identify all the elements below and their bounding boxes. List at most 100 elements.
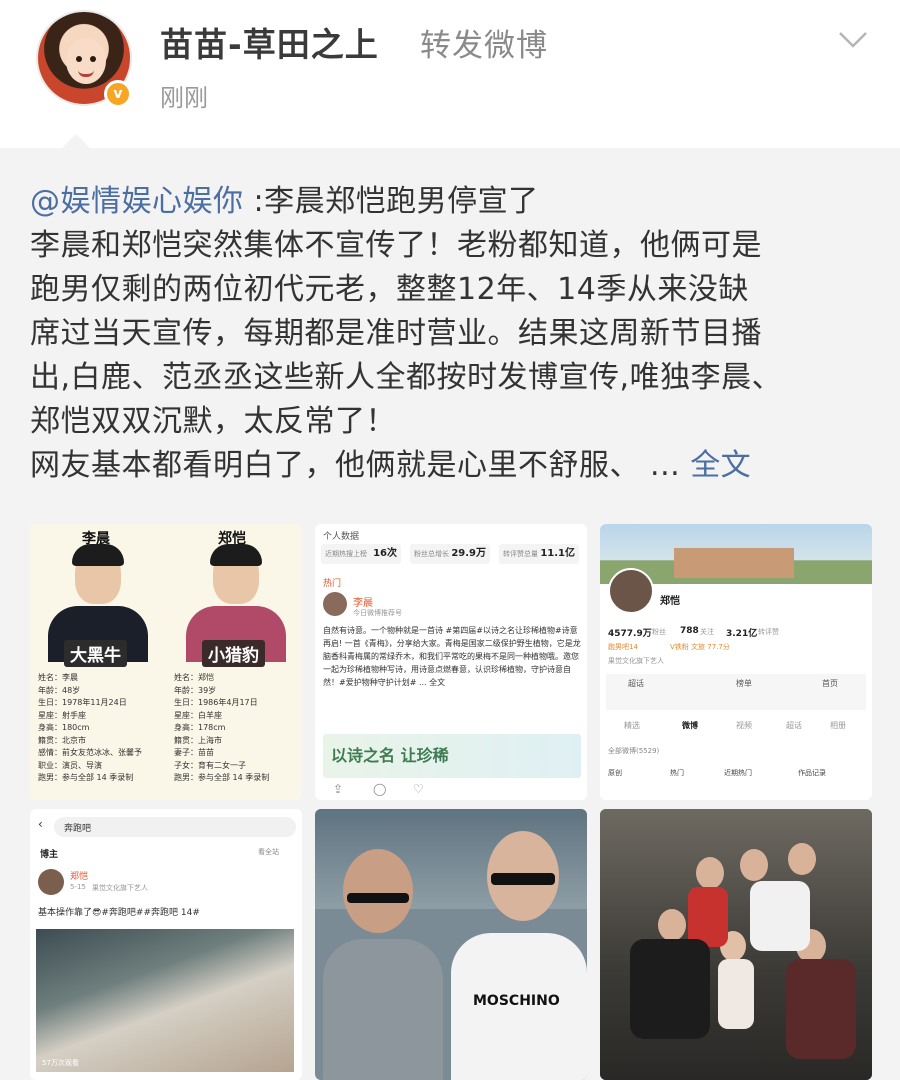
- info-row: 年龄：39岁: [174, 685, 217, 695]
- text-line: 李晨和郑恺突然集体不宣传了！老粉都知道，他俩可是: [30, 228, 762, 263]
- quick-link[interactable]: 超话: [628, 678, 644, 689]
- image-thumbnail-3[interactable]: 郑恺 4577.9万 粉丝 788 关注 3.21亿 转评赞 跑男吧14 V铁粉…: [600, 524, 872, 800]
- quick-link[interactable]: 榜单: [736, 678, 752, 689]
- sunglasses: [347, 893, 409, 903]
- quick-link[interactable]: 首页: [822, 678, 838, 689]
- profile-tab[interactable]: 超话: [786, 720, 802, 731]
- profile-tab[interactable]: 微博: [682, 720, 698, 731]
- nickname-left: 大黑牛: [64, 640, 127, 667]
- all-posts-label: 全部微博(5529): [608, 747, 660, 755]
- profile-tabs: 精选 微博 视频 超话 相册: [600, 720, 872, 736]
- image-thumbnail-2[interactable]: 个人数据 近期热搜上榜 16次 粉丝总增长 29.9万 转评赞总量 11.1亿 热门 …: [315, 524, 587, 800]
- profile-tab[interactable]: 相册: [830, 720, 846, 731]
- filter-chip[interactable]: 原创: [608, 768, 622, 778]
- profile-name: 郑恺: [660, 596, 680, 607]
- full-text-link[interactable]: 全文: [690, 448, 751, 483]
- avatar-eye: [76, 56, 82, 62]
- image-thumbnail-1[interactable]: 李晨 郑恺 大黑牛 小猎豹 姓名：李晨 年龄：48岁 生日：1978年11月24…: [30, 524, 302, 800]
- followers-label: 粉丝: [652, 628, 666, 636]
- avatar-eye: [90, 56, 96, 62]
- info-list-right: 姓名：郑恺 年龄：39岁 生日：1986年4月17日 星座：白羊座 身高：178…: [174, 672, 302, 785]
- person-body: [750, 881, 810, 951]
- stat-box: 近期热搜上榜 16次: [321, 544, 401, 564]
- info-list-left: 姓名：李晨 年龄：48岁 生日：1978年11月24日 星座：射手座 身高：18…: [38, 672, 166, 785]
- profile-tag: 跑男吧14: [608, 643, 638, 651]
- headline: :李晨郑恺跑男停宣了: [243, 184, 539, 219]
- post-header: v 苗苗-草田之上 转发微博 刚刚: [0, 0, 900, 148]
- likes-count: 3.21亿: [726, 629, 758, 639]
- info-row: 跑男：参与全部 14 季录制: [174, 773, 270, 782]
- search-input[interactable]: 奔跑吧: [54, 817, 296, 837]
- tab-blogger[interactable]: 博主: [40, 847, 58, 860]
- portrait-hair: [210, 544, 262, 566]
- like-icon: ♡: [413, 782, 424, 796]
- username[interactable]: 苗苗-草田之上: [160, 18, 379, 66]
- mention-link[interactable]: @娱情娱心娱你: [30, 184, 244, 219]
- shirt-text: MOSCHINO: [473, 993, 560, 1009]
- person-head: [658, 909, 686, 941]
- filter-chip[interactable]: 作品记录: [798, 768, 826, 778]
- info-row: 生日：1978年11月24日: [38, 698, 127, 707]
- image-thumbnail-5[interactable]: MOSCHINO: [315, 809, 587, 1080]
- profile-avatar: [608, 568, 654, 614]
- person-body: [630, 939, 710, 1039]
- person-body: MOSCHINO: [451, 933, 587, 1080]
- person-body: [688, 887, 728, 947]
- portrait-hair: [72, 544, 124, 566]
- stat-box: 粉丝总增长 29.9万: [410, 544, 490, 564]
- person-head: [343, 849, 413, 933]
- poster-avatar: [323, 592, 347, 616]
- profile-tab[interactable]: 精选: [624, 720, 640, 731]
- verified-badge-icon: v: [104, 80, 132, 108]
- repost-body: @娱情娱心娱你 :李晨郑恺跑男停宣了 李晨和郑恺突然集体不宣传了！老粉都知道，他…: [0, 148, 900, 1080]
- person-head: [696, 857, 724, 889]
- text-line: 出,白鹿、范丞丞这些新人全都按时发博宣传,唯独李晨、: [30, 360, 783, 395]
- stat-label: 近期热搜上榜: [325, 550, 367, 558]
- promo-banner: 以诗之名 让珍稀: [323, 734, 581, 778]
- info-row: 籍贯：北京市: [38, 735, 86, 745]
- comment-icon: ◯: [373, 782, 387, 796]
- back-icon[interactable]: ‹: [38, 817, 43, 831]
- info-row: 年龄：48岁: [38, 685, 81, 695]
- profile-company: 果觉文化旗下艺人: [608, 657, 664, 665]
- stat-label: 转评赞总量: [503, 550, 538, 558]
- post-time: 刚刚: [160, 84, 208, 112]
- person-head: [788, 843, 816, 875]
- profile-tab[interactable]: 视频: [736, 720, 752, 731]
- post-text: 自然有诗意。一个物种就是一首诗 #第四届#以诗之名让珍稀植物#诗意再启! 一首《…: [323, 626, 581, 687]
- filter-chip[interactable]: 近期热门: [724, 768, 752, 778]
- info-row: 身高：178cm: [174, 723, 226, 732]
- nickname-right: 小猎豹: [202, 640, 265, 667]
- info-row: 跑男：参与全部 14 季录制: [38, 773, 134, 782]
- text-line: 郑恺双双沉默，太反常了！: [30, 404, 396, 439]
- tab-site[interactable]: 看全站: [258, 847, 279, 857]
- post-text: 基本操作靠了😎#奔跑吧##奔跑吧 14#: [38, 908, 200, 918]
- image-thumbnail-4[interactable]: ‹ 奔跑吧 博主 看全站 郑恺 5-15 果觉文化旗下艺人 基本操作靠了😎#奔跑…: [30, 809, 302, 1080]
- following-label: 关注: [700, 628, 714, 636]
- poster-subtitle: 今日微博推荐号: [353, 609, 402, 617]
- person-body: [786, 959, 856, 1059]
- info-row: 身高：180cm: [38, 723, 90, 732]
- repost-action-label: 转发微博: [420, 28, 548, 64]
- chevron-down-icon[interactable]: [838, 30, 868, 50]
- poster-avatar: [38, 869, 64, 895]
- followers-count: 4577.9万: [608, 629, 652, 639]
- info-row: 职业：演员、导演: [38, 760, 102, 770]
- quick-links: 超话 榜单 首页: [606, 674, 866, 710]
- repost-text: @娱情娱心娱你 :李晨郑恺跑男停宣了 李晨和郑恺突然集体不宣传了！老粉都知道，他…: [30, 180, 875, 488]
- stat-box: 转评赞总量 11.1亿: [499, 544, 579, 564]
- info-row: 妻子：苗苗: [174, 748, 214, 757]
- info-row: 星座：射手座: [38, 710, 86, 720]
- filter-chip[interactable]: 热门: [670, 768, 684, 778]
- text-line: 席过当天宣传，每期都是准时营业。结果这周新节目播: [30, 316, 762, 351]
- text-line: 跑男仅剩的两位初代元老，整整12年、14季从来没缺: [30, 272, 749, 307]
- person-head: [740, 849, 768, 881]
- search-query: 奔跑吧: [64, 824, 92, 834]
- stats-section-label: 个人数据: [323, 532, 360, 542]
- person-body: [323, 939, 443, 1080]
- sunglasses: [491, 873, 555, 885]
- post-video[interactable]: 57万次观看: [36, 929, 294, 1072]
- view-count: 57万次观看: [42, 1059, 79, 1067]
- image-thumbnail-6[interactable]: [600, 809, 872, 1080]
- poster-company: 果觉文化旗下艺人: [92, 884, 148, 892]
